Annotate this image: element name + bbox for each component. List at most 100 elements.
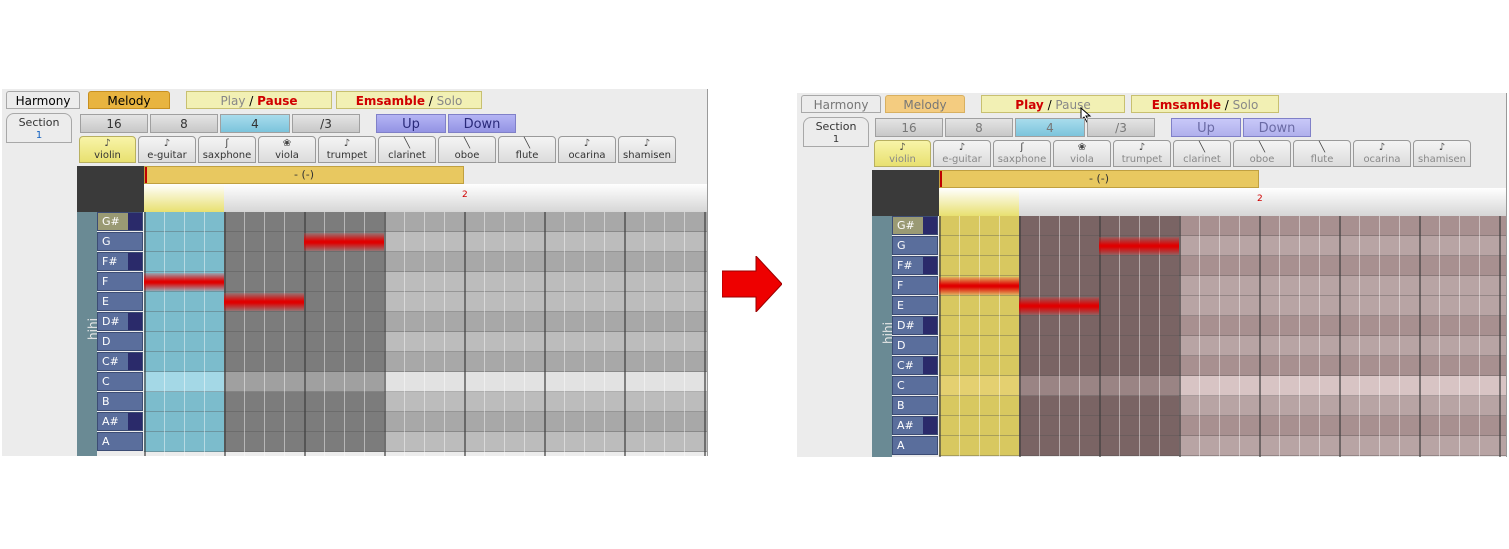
up-button[interactable]: Up <box>376 114 446 133</box>
piano-key[interactable]: C# <box>892 356 938 375</box>
piano-key[interactable]: G# <box>97 212 143 231</box>
instrument-violin[interactable]: ♪ violin <box>79 136 136 163</box>
instrument-oboe[interactable]: ╲ oboe <box>1233 140 1291 167</box>
grid-line <box>144 212 146 456</box>
grid-line <box>184 212 185 456</box>
note-block[interactable] <box>939 277 1019 295</box>
section-selector[interactable]: Section 1 <box>803 117 869 147</box>
violin-icon: ♪ <box>104 138 111 149</box>
piano-key[interactable]: A# <box>892 416 938 435</box>
grid-line <box>624 212 626 456</box>
instrument-oboe[interactable]: ╲ oboe <box>438 136 496 163</box>
instrument-shamisen[interactable]: ♪ shamisen <box>618 136 676 163</box>
corner-block <box>872 170 939 216</box>
piano-roll-before: Harmony Melody Play / Pause Emsamble / S… <box>2 89 708 456</box>
division-16-button[interactable]: 16 <box>875 118 943 137</box>
grid-line <box>1339 216 1341 457</box>
grid-line <box>1319 216 1320 457</box>
shamisen-icon: ♪ <box>643 138 651 149</box>
grid-line <box>684 212 685 456</box>
ensemble-solo-button[interactable]: Emsamble / Solo <box>1131 95 1279 113</box>
note-block[interactable] <box>304 233 384 251</box>
instrument-viola[interactable]: ❀ viola <box>1053 140 1111 167</box>
piano-key[interactable]: C <box>97 372 143 391</box>
grid-line <box>164 212 165 456</box>
piano-key[interactable]: G# <box>892 216 938 235</box>
piano-key[interactable]: D <box>97 332 143 351</box>
piano-key[interactable]: E <box>97 292 143 311</box>
instrument-flute[interactable]: ╲ flute <box>1293 140 1351 167</box>
timeline-ruler[interactable]: 2 <box>144 184 707 212</box>
tab-melody[interactable]: Melody <box>88 91 170 109</box>
grid-line <box>224 212 226 456</box>
division-4-button[interactable]: 4 <box>220 114 290 133</box>
piano-key[interactable]: F <box>97 272 143 291</box>
piano-key[interactable]: B <box>892 396 938 415</box>
instrument-shamisen[interactable]: ♪ shamisen <box>1413 140 1471 167</box>
note-block[interactable] <box>224 293 304 311</box>
grid-line <box>1059 216 1060 457</box>
section-label: Section <box>815 120 857 133</box>
note-block[interactable] <box>144 273 224 291</box>
instrument-ocarina[interactable]: ♪ ocarina <box>1353 140 1411 167</box>
tab-melody[interactable]: Melody <box>885 95 965 113</box>
sequence-bar[interactable]: - (-) <box>939 170 1259 188</box>
instrument-clarinet[interactable]: ╲ clarinet <box>1173 140 1231 167</box>
ensemble-solo-button[interactable]: Emsamble / Solo <box>336 91 482 109</box>
tab-harmony[interactable]: Harmony <box>6 91 80 109</box>
piano-roll-after: Harmony Melody Play / Pause Emsamble / S… <box>797 93 1507 457</box>
flute-icon: ╲ <box>523 138 531 149</box>
piano-key[interactable]: B <box>97 392 143 411</box>
tab-harmony[interactable]: Harmony <box>801 95 881 113</box>
timeline-ruler[interactable]: 2 <box>939 188 1506 216</box>
instrument-violin[interactable]: ♪ violin <box>874 140 931 167</box>
instrument-saxphone[interactable]: ʃ saxphone <box>198 136 256 163</box>
down-button[interactable]: Down <box>1243 118 1311 137</box>
down-button[interactable]: Down <box>448 114 516 133</box>
instrument-saxphone[interactable]: ʃ saxphone <box>993 140 1051 167</box>
piano-key[interactable]: A <box>892 436 938 455</box>
piano-key[interactable]: E <box>892 296 938 315</box>
piano-key[interactable]: F# <box>892 256 938 275</box>
flute-icon: ╲ <box>1318 142 1326 153</box>
up-button[interactable]: Up <box>1171 118 1241 137</box>
division-16-button[interactable]: 16 <box>80 114 148 133</box>
piano-key[interactable]: F# <box>97 252 143 271</box>
note-grid[interactable] <box>939 216 1506 457</box>
piano-key[interactable]: D# <box>892 316 938 335</box>
oboe-icon: ╲ <box>1258 142 1266 153</box>
instrument-ocarina[interactable]: ♪ ocarina <box>558 136 616 163</box>
play-pause-button[interactable]: Play / Pause <box>186 91 332 109</box>
piano-key[interactable]: D# <box>97 312 143 331</box>
instrument-viola[interactable]: ❀ viola <box>258 136 316 163</box>
note-grid[interactable] <box>144 212 707 456</box>
piano-key[interactable]: C <box>892 376 938 395</box>
section-selector[interactable]: Section 1 <box>6 113 72 143</box>
division-triplet-button[interactable]: /3 <box>1087 118 1155 137</box>
piano-key[interactable]: F <box>892 276 938 295</box>
division-4-button[interactable]: 4 <box>1015 118 1085 137</box>
division-8-button[interactable]: 8 <box>945 118 1013 137</box>
piano-key[interactable]: C# <box>97 352 143 371</box>
piano-key[interactable]: G <box>97 232 143 251</box>
division-triplet-button[interactable]: /3 <box>292 114 360 133</box>
grid-line <box>1499 216 1501 457</box>
note-block[interactable] <box>1019 297 1099 315</box>
note-block[interactable] <box>1099 237 1179 255</box>
division-8-button[interactable]: 8 <box>150 114 218 133</box>
piano-key[interactable]: A <box>97 432 143 451</box>
piano-key[interactable]: G <box>892 236 938 255</box>
instrument-e-guitar[interactable]: ♪ e-guitar <box>933 140 991 167</box>
instrument-trumpet[interactable]: ♪ trumpet <box>318 136 376 163</box>
grid-line <box>1299 216 1300 457</box>
piano-key[interactable]: D <box>892 336 938 355</box>
instrument-clarinet[interactable]: ╲ clarinet <box>378 136 436 163</box>
instrument-trumpet[interactable]: ♪ trumpet <box>1113 140 1171 167</box>
grid-line <box>1439 216 1440 457</box>
grid-line <box>1079 216 1080 457</box>
piano-key[interactable]: A# <box>97 412 143 431</box>
play-pause-button[interactable]: Play / Pause <box>981 95 1125 113</box>
instrument-flute[interactable]: ╲ flute <box>498 136 556 163</box>
sequence-bar[interactable]: - (-) <box>144 166 464 184</box>
instrument-e-guitar[interactable]: ♪ e-guitar <box>138 136 196 163</box>
